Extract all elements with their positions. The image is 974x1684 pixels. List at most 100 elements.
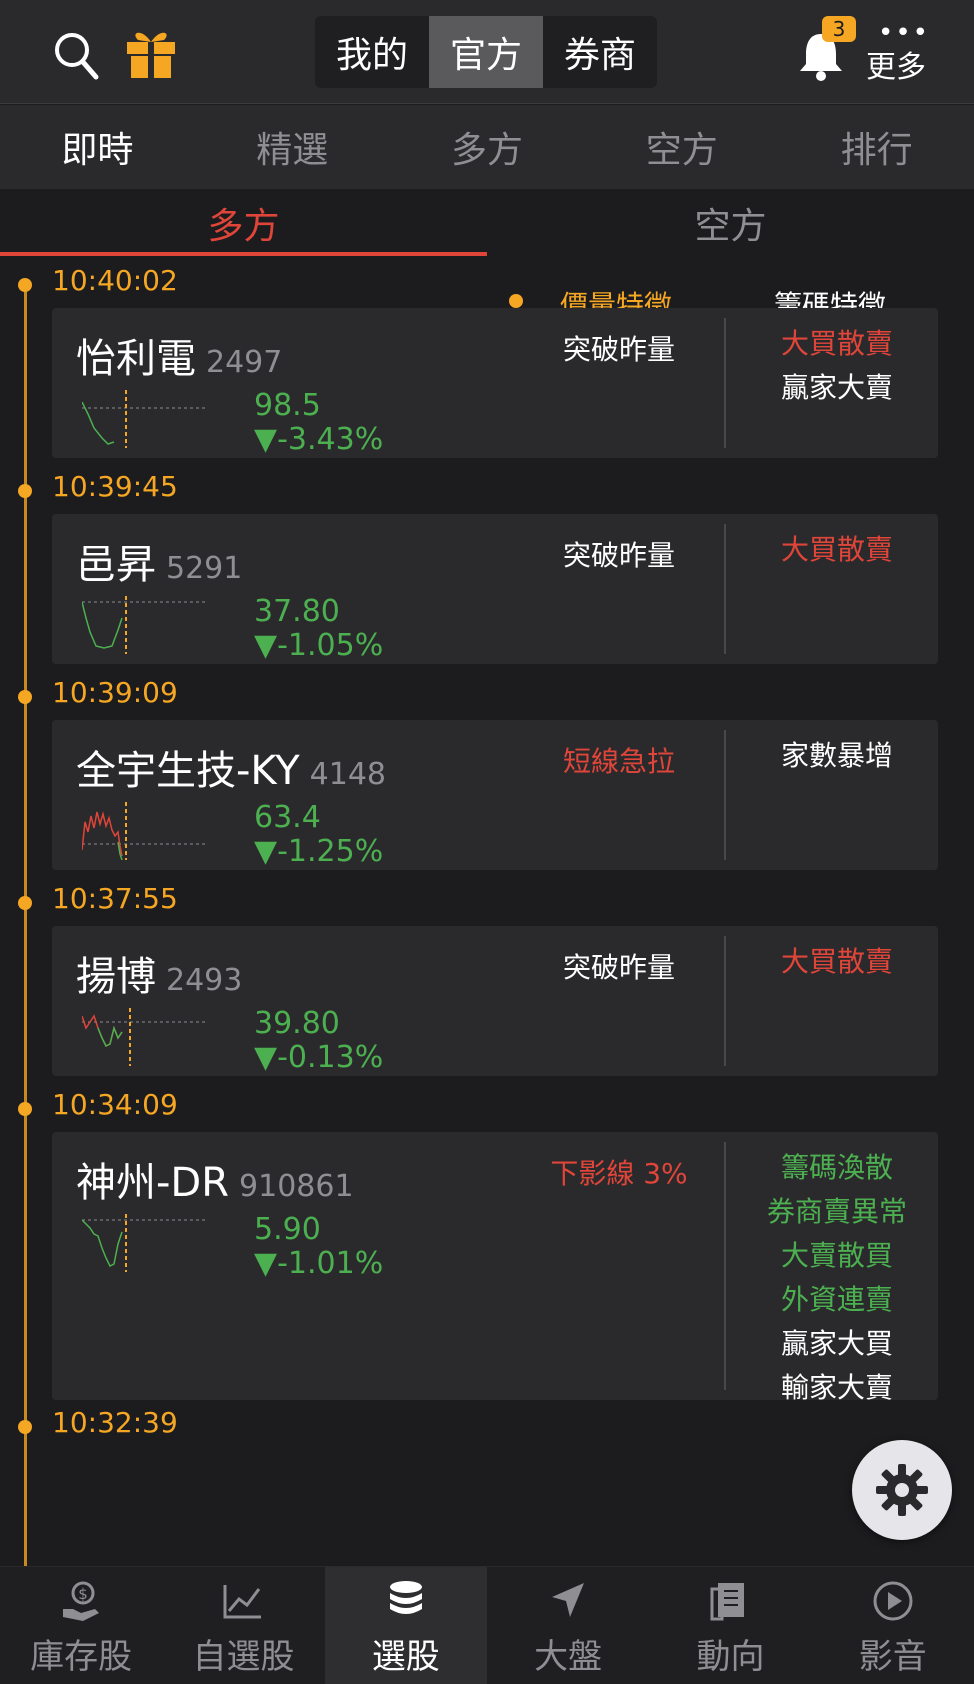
timeline-dot	[18, 1102, 32, 1116]
intraday-sparkline	[82, 1214, 208, 1272]
timeline-dot	[18, 690, 32, 704]
tab-featured[interactable]: 精選	[195, 105, 390, 189]
chip-feature-tag: 籌碼渙散	[780, 1151, 893, 1184]
chip-features: 籌碼渙散 券商賣異常 大賣散買 外資連賣 贏家大買 輸家大賣	[752, 1146, 922, 1410]
segment-official[interactable]: 官方	[429, 16, 543, 88]
chip-features: 家數暴增	[752, 734, 922, 778]
stock-name-row: 神州-DR 910861	[76, 1150, 354, 1208]
stock-name-row: 邑昇 5291	[76, 532, 242, 590]
stock-change: ▼-0.13%	[254, 1040, 384, 1075]
stock-event-card[interactable]: 怡利電 2497 98.5 ▼-3.43% 突破昨量 大買散賣 贏家大賣	[52, 308, 938, 458]
stock-name: 怡利電	[76, 336, 196, 382]
timeline-dot	[18, 1420, 32, 1434]
direction-tabs: 多方 空方	[0, 190, 974, 256]
price-volume-feature: 下影線 3%	[550, 1157, 688, 1190]
nav-market[interactable]: 大盤	[487, 1567, 649, 1684]
more-button[interactable]: 更多	[866, 42, 926, 86]
price-volume-feature: 突破昨量	[562, 951, 675, 984]
subtab-short[interactable]: 空方	[487, 190, 974, 256]
stock-code: 5291	[166, 551, 243, 586]
tab-realtime[interactable]: 即時	[0, 105, 195, 189]
stock-event-card[interactable]: 全宇生技-KY 4148 63.4 ▼-1.25% 短線急拉 家數暴增	[52, 720, 938, 870]
stock-change: ▼-3.43%	[254, 422, 384, 457]
price-volume-feature: 突破昨量	[562, 539, 675, 572]
intraday-sparkline	[82, 390, 208, 448]
column-divider	[724, 1142, 726, 1390]
chip-feature-tag: 贏家大賣	[780, 371, 893, 404]
stock-code: 2493	[166, 963, 243, 998]
nav-holdings[interactable]: $ 庫存股	[0, 1567, 162, 1684]
event-timeline: 價量特徵 籌碼特徵 10:40:02 怡利電 2497 98.5 ▼-3.43% 突破昨量…	[0, 256, 974, 1566]
event-time: 10:37:55	[52, 882, 178, 915]
column-divider	[724, 936, 726, 1066]
chip-feature-tag: 家數暴增	[780, 739, 893, 772]
stock-price: 63.4	[254, 800, 321, 835]
chip-features: 大買散賣	[752, 528, 922, 572]
play-circle-icon	[873, 1581, 913, 1621]
nav-label: 自選股	[192, 1637, 295, 1677]
event-time: 10:34:09	[52, 1088, 178, 1121]
stock-code: 910861	[239, 1169, 354, 1204]
stock-event-card[interactable]: 神州-DR 910861 5.90 ▼-1.01% 下影線 3% 籌碼渙散券商賣異常大賣散…	[52, 1132, 938, 1404]
event-time: 10:39:45	[52, 470, 178, 503]
chip-feature-tag: 券商賣異常	[766, 1195, 907, 1228]
gift-icon[interactable]	[124, 24, 178, 80]
trend-chart-icon	[223, 1585, 262, 1619]
money-hand-icon: $	[63, 1581, 100, 1621]
timeline-dot	[18, 484, 32, 498]
nav-screener[interactable]: 選股	[324, 1567, 487, 1684]
stock-name-row: 揚博 2493	[76, 944, 242, 1002]
stock-price: 37.80	[254, 594, 340, 629]
chip-feature-tag: 輸家大賣	[780, 1371, 893, 1404]
top-bar: 我的 官方 券商 3 ••• 更多	[0, 0, 974, 104]
nav-video[interactable]: 影音	[812, 1567, 974, 1684]
nav-label: 選股	[371, 1637, 440, 1677]
svg-text:$: $	[78, 1585, 88, 1603]
segment-broker[interactable]: 券商	[543, 16, 657, 88]
price-volume-feature: 突破昨量	[562, 333, 675, 366]
chip-feature-tag: 大賣散買	[780, 1239, 893, 1272]
category-tabs: 即時 精選 多方 空方 排行	[0, 105, 974, 189]
source-segmented-control: 我的 官方 券商	[315, 16, 657, 88]
stock-name: 揚博	[76, 954, 156, 1000]
nav-label: 庫存股	[30, 1637, 133, 1677]
tab-short[interactable]: 空方	[584, 105, 779, 189]
stock-price: 98.5	[254, 388, 321, 423]
stock-code: 2497	[206, 345, 283, 380]
document-icon	[710, 1583, 745, 1621]
column-divider	[724, 524, 726, 654]
stock-change: ▼-1.05%	[254, 628, 384, 663]
column-divider	[724, 318, 726, 448]
stock-code: 4148	[309, 757, 387, 792]
stock-event-card[interactable]: 揚博 2493 39.80 ▼-0.13% 突破昨量 大買散賣	[52, 926, 938, 1076]
stock-name: 神州-DR	[76, 1160, 230, 1206]
timeline-dot	[18, 278, 32, 292]
price-volume-feature: 短線急拉	[562, 745, 675, 778]
chip-feature-tag: 外資連賣	[780, 1283, 893, 1316]
timeline-line	[24, 290, 27, 1566]
nav-trends[interactable]: 動向	[649, 1567, 811, 1684]
stock-event-card[interactable]: 邑昇 5291 37.80 ▼-1.05% 突破昨量 大買散賣	[52, 514, 938, 664]
tab-ranking[interactable]: 排行	[779, 105, 974, 189]
header-dot	[509, 294, 523, 308]
subtab-long[interactable]: 多方	[0, 190, 487, 256]
stock-name: 邑昇	[76, 542, 156, 588]
intraday-sparkline	[82, 596, 208, 654]
stock-price: 5.90	[254, 1212, 321, 1247]
nav-label: 影音	[858, 1637, 927, 1677]
segment-mine[interactable]: 我的	[315, 16, 429, 88]
intraday-sparkline	[82, 1008, 208, 1066]
tab-long[interactable]: 多方	[390, 105, 585, 189]
stock-change: ▼-1.01%	[254, 1246, 384, 1281]
chip-feature-tag: 大買散賣	[780, 533, 893, 566]
settings-button[interactable]	[852, 1440, 952, 1540]
timeline-dot	[18, 896, 32, 910]
chip-features: 大買散賣	[752, 940, 922, 984]
database-stack-icon	[389, 1581, 422, 1614]
stock-name: 全宇生技-KY	[76, 748, 300, 794]
bottom-navigation: $ 庫存股 自選股 選股 大盤 動向 影音	[0, 1566, 974, 1684]
navigation-arrow-icon	[552, 1583, 585, 1617]
search-icon[interactable]	[52, 30, 100, 82]
stock-name-row: 怡利電 2497	[76, 326, 282, 384]
nav-watchlist[interactable]: 自選股	[162, 1567, 324, 1684]
